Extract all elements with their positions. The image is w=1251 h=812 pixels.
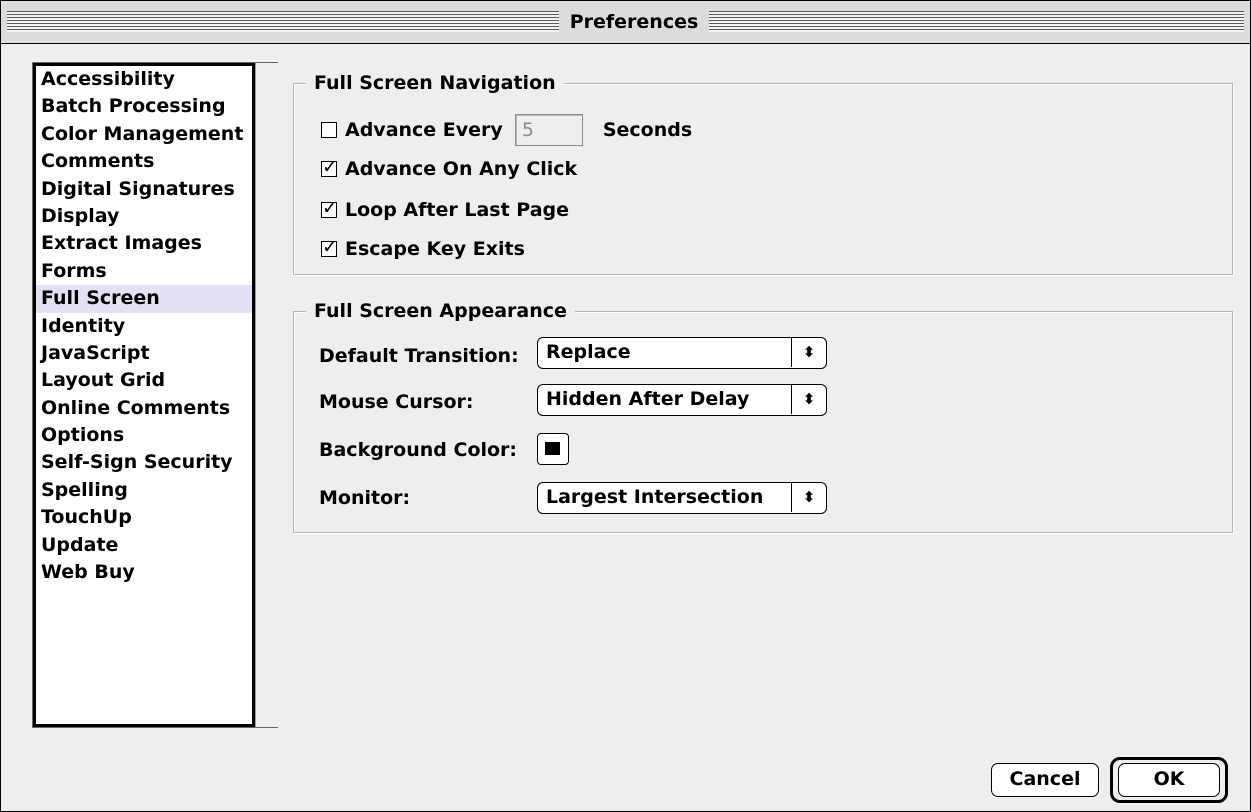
sidebar-item[interactable]: JavaScript: [36, 340, 252, 367]
escape-exits-checkbox[interactable]: ✓: [321, 236, 338, 258]
sidebar-item[interactable]: Digital Signatures: [36, 176, 252, 203]
popup-arrows-icon: ⬍: [791, 385, 826, 414]
popup-arrows-icon: ⬍: [791, 338, 826, 367]
sidebar-item[interactable]: TouchUp: [36, 504, 252, 531]
ok-button[interactable]: OK: [1118, 763, 1220, 797]
loop-after-last-row: ✓ Loop After Last Page: [321, 197, 569, 221]
monitor-label: Monitor:: [319, 487, 411, 509]
sidebar-item[interactable]: Accessibility: [36, 66, 252, 93]
window-title: Preferences: [569, 11, 699, 33]
checkmark-icon: ✓: [322, 156, 338, 178]
ok-button-default-ring: OK: [1110, 757, 1228, 803]
preferences-window: Preferences Accessibility Batch Processin…: [0, 0, 1251, 812]
escape-exits-row: ✓ Escape Key Exits: [321, 236, 525, 260]
title-bar[interactable]: Preferences: [1, 1, 1250, 44]
category-list-scrollbar[interactable]: [255, 63, 278, 727]
advance-seconds-field[interactable]: 5: [514, 114, 583, 146]
advance-on-click-row: ✓ Advance On Any Click: [321, 156, 577, 180]
sidebar-item[interactable]: Forms: [36, 258, 252, 285]
sidebar-item[interactable]: Web Buy: [36, 559, 252, 586]
advance-every-label[interactable]: Advance Every: [345, 119, 503, 141]
advance-every-checkbox[interactable]: [321, 122, 337, 138]
monitor-value: Largest Intersection: [546, 486, 764, 508]
loop-after-last-checkbox[interactable]: ✓: [321, 197, 338, 219]
sidebar-item[interactable]: Online Comments: [36, 395, 252, 422]
mouse-cursor-value: Hidden After Delay: [546, 388, 750, 410]
category-list-panel: Accessibility Batch Processing Color Manag…: [32, 62, 278, 728]
sidebar-item[interactable]: Color Management: [36, 121, 252, 148]
full-screen-appearance-title: Full Screen Appearance: [306, 297, 575, 325]
monitor-select[interactable]: Largest Intersection ⬍: [537, 482, 827, 514]
full-screen-navigation-title: Full Screen Navigation: [306, 69, 564, 97]
background-color-label: Background Color:: [319, 439, 518, 461]
sidebar-item[interactable]: Self-Sign Security: [36, 449, 252, 476]
title-bar-stripes-left: [7, 11, 559, 32]
checkmark-icon: ✓: [322, 236, 338, 258]
advance-on-click-label[interactable]: Advance On Any Click: [345, 158, 577, 180]
sidebar-item[interactable]: Extract Images: [36, 230, 252, 257]
sidebar-item[interactable]: Display: [36, 203, 252, 230]
advance-on-click-checkbox[interactable]: ✓: [321, 156, 338, 178]
sidebar-item[interactable]: Full Screen: [36, 285, 252, 313]
sidebar-item[interactable]: Batch Processing: [36, 93, 252, 120]
sidebar-item[interactable]: Options: [36, 422, 252, 449]
seconds-label: Seconds: [602, 119, 693, 141]
cancel-button[interactable]: Cancel: [991, 763, 1099, 797]
sidebar-item[interactable]: Layout Grid: [36, 367, 252, 394]
title-bar-stripes-right: [709, 11, 1244, 32]
default-transition-select[interactable]: Replace ⬍: [537, 337, 827, 369]
sidebar-item[interactable]: Identity: [36, 313, 252, 340]
category-list[interactable]: Accessibility Batch Processing Color Manag…: [33, 63, 255, 727]
sidebar-item[interactable]: Spelling: [36, 477, 252, 504]
popup-arrows-icon: ⬍: [791, 483, 826, 512]
checkmark-icon: ✓: [322, 197, 338, 219]
sidebar-item[interactable]: Update: [36, 532, 252, 559]
default-transition-label: Default Transition:: [319, 345, 519, 367]
mouse-cursor-label: Mouse Cursor:: [319, 391, 474, 413]
advance-every-row: Advance Every 5 Seconds: [321, 114, 692, 146]
background-color-swatch[interactable]: [537, 433, 569, 465]
background-color-chip: [545, 442, 560, 455]
default-transition-value: Replace: [546, 341, 631, 363]
escape-exits-label[interactable]: Escape Key Exits: [345, 238, 525, 260]
loop-after-last-label[interactable]: Loop After Last Page: [345, 199, 569, 221]
sidebar-item[interactable]: Comments: [36, 148, 252, 175]
mouse-cursor-select[interactable]: Hidden After Delay ⬍: [537, 384, 827, 416]
